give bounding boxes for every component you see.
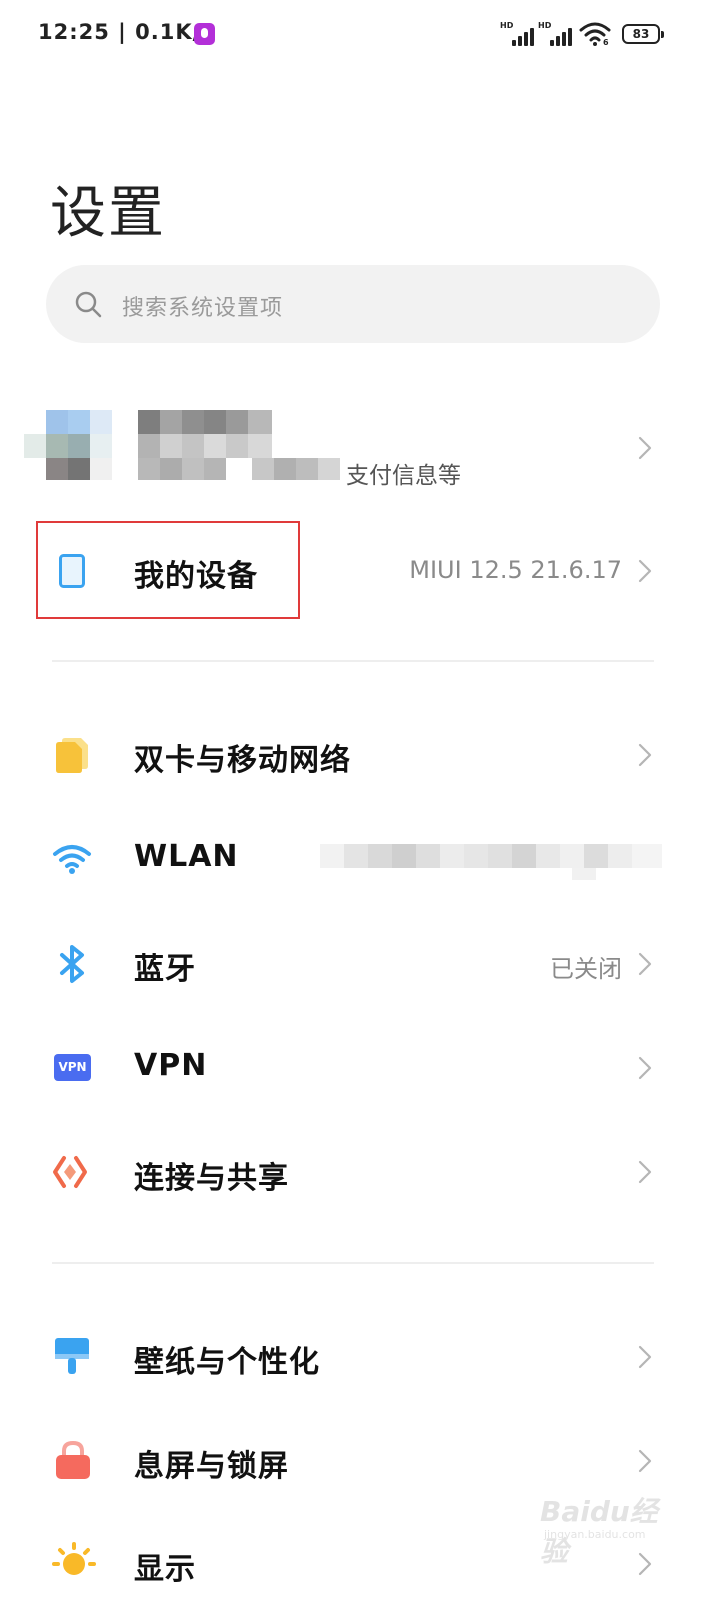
- chevron-right-icon: [638, 436, 652, 460]
- share-icon: [52, 1153, 94, 1191]
- divider: [52, 660, 654, 662]
- row-label: VPN: [134, 1048, 208, 1083]
- chevron-right-icon: [638, 952, 652, 976]
- search-icon: [74, 290, 102, 318]
- sun-icon: [52, 1542, 96, 1586]
- chevron-right-icon: [638, 743, 652, 767]
- chevron-right-icon: [638, 559, 652, 583]
- battery-icon: 83: [622, 24, 664, 44]
- row-label: 蓝牙: [134, 952, 196, 987]
- highlight-box: [36, 521, 300, 619]
- row-label: 显示: [134, 1552, 196, 1587]
- divider: [52, 1262, 654, 1264]
- watermark: Baidu经验 jingyan.baidu.com: [540, 1490, 670, 1568]
- row-label: 连接与共享: [134, 1161, 289, 1196]
- signal-icon-2: HD: [538, 21, 574, 46]
- watermark-url: jingyan.baidu.com: [544, 1528, 646, 1541]
- wifi-6-label: 6: [603, 38, 609, 47]
- page-title: 设置: [50, 181, 166, 246]
- wifi-status-icon: 6: [579, 20, 611, 48]
- wlan-network-mosaic: [320, 844, 662, 880]
- account-subtitle: 支付信息等: [346, 463, 461, 489]
- chevron-right-icon: [638, 1449, 652, 1473]
- row-label: 息屏与锁屏: [134, 1449, 289, 1484]
- signal-icon-1: HD: [500, 21, 536, 46]
- vpn-icon: VPN: [54, 1054, 91, 1081]
- sim-card-icon: [55, 736, 91, 774]
- microphone-icon: [194, 23, 215, 45]
- battery-level: 83: [632, 27, 650, 41]
- vpn-row[interactable]: [24, 1018, 696, 1118]
- search-placeholder: 搜索系统设置项: [122, 296, 284, 321]
- my-device-version: MIUI 12.5 21.6.17: [409, 556, 622, 584]
- sim-network-row[interactable]: [24, 704, 696, 804]
- search-bar[interactable]: 搜索系统设置项: [46, 265, 660, 343]
- row-label: WLAN: [134, 839, 239, 874]
- account-avatar-mosaic: [24, 410, 354, 495]
- signal-1-hd-label: HD: [500, 21, 514, 30]
- connection-sharing-row[interactable]: [24, 1122, 696, 1222]
- chevron-right-icon: [638, 1345, 652, 1369]
- wallpaper-row[interactable]: [24, 1306, 696, 1406]
- chevron-right-icon: [638, 1056, 652, 1080]
- signal-2-hd-label: HD: [538, 21, 552, 30]
- status-time-speed: 12:25 | 0.1K/s: [38, 20, 215, 44]
- wallpaper-icon: [54, 1336, 90, 1376]
- row-label: 双卡与移动网络: [134, 743, 351, 778]
- bluetooth-status: 已关闭: [550, 955, 622, 983]
- status-bar: 12:25 | 0.1K/s HD HD 6 83: [0, 0, 720, 70]
- bluetooth-icon: [58, 944, 88, 984]
- lock-icon: [55, 1440, 91, 1480]
- wifi-icon: [52, 843, 92, 875]
- chevron-right-icon: [638, 1160, 652, 1184]
- row-label: 壁纸与个性化: [134, 1345, 320, 1380]
